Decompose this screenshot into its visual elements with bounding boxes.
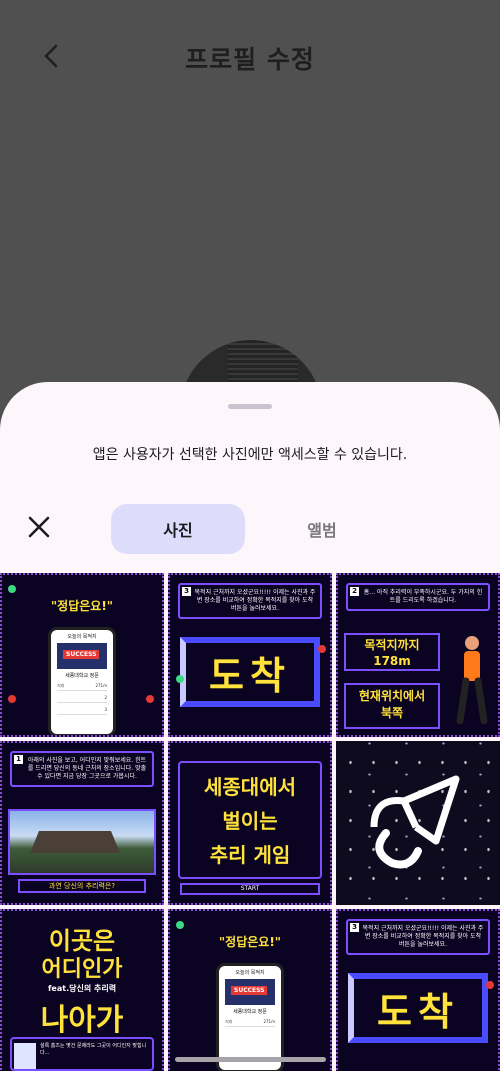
- subtitle: feat.당신의 추리력: [47, 984, 117, 993]
- page-title: 프로필 수정: [185, 45, 315, 74]
- cherry-icon: [486, 981, 494, 989]
- photo-thumbnail[interactable]: 3 목적지 근처까지 오셨군요!!!!! 이제는 사진과 주변 장소를 비교하여 …: [168, 573, 332, 737]
- title-line: 세종대에서: [204, 775, 296, 799]
- photo-thumbnail[interactable]: [336, 741, 500, 905]
- photo-thumbnail[interactable]: 세종대에서 벌이는 추리 게임 START: [168, 741, 332, 905]
- photo-thumbnail[interactable]: 3 목적지 근처까지 오셨군요!!!!! 이제는 사진과 주변 장소를 비교하여 …: [336, 909, 500, 1071]
- photo-caption: 과연 당신의 추리력은?: [18, 879, 146, 893]
- building-photo: [8, 809, 156, 875]
- place-name: 세종대학교 정문: [233, 1009, 267, 1015]
- title-line: 어디인가: [41, 957, 123, 982]
- cherry-icon: [146, 695, 154, 703]
- photo-thumbnail[interactable]: "정답은요!" 오늘의 목적지 SUCCESS 세종대학교 정문 거리 271m …: [0, 573, 164, 737]
- space-logo-icon: [370, 775, 460, 869]
- hint-box: 현재위치에서 북쪽: [344, 683, 440, 729]
- place-name: 세종대학교 정문: [65, 673, 99, 679]
- photo-quote-text: "정답은요!": [50, 599, 114, 613]
- title-line: 벌이는: [222, 809, 278, 833]
- arrival-text: 도착: [180, 637, 320, 707]
- photo-thumbnail[interactable]: 이곳은 어디인가 feat.당신의 추리력 나아가 설록 홈즈는 몇건 문제라도…: [0, 909, 164, 1071]
- photo-thumbnail[interactable]: "정답은요!" 오늘의 목적지 SUCCESS 세종대학교 정문 거리 271m: [168, 909, 332, 1071]
- success-banner: SUCCESS: [225, 979, 275, 1005]
- phone-mockup: 오늘의 목적지 SUCCESS 세종대학교 정문 거리 271m 2 3: [48, 627, 116, 735]
- ghost-icon: [8, 585, 16, 593]
- phone-row: 거리 271m: [57, 683, 107, 691]
- success-banner: SUCCESS: [57, 643, 107, 669]
- walking-person-icon: [456, 636, 488, 725]
- success-badge: SUCCESS: [231, 986, 268, 995]
- success-badge: SUCCESS: [63, 650, 100, 659]
- photo-quote-text: "정답은요!": [218, 935, 282, 949]
- title-line: 추리 게임: [209, 843, 291, 867]
- close-icon[interactable]: [24, 512, 54, 542]
- title-line: 나아가: [40, 1003, 124, 1038]
- caption-text: 설록 홈즈는 몇건 문제라도 그곳이 어디인지 맞힙니다...: [40, 1043, 147, 1056]
- access-notice: 앱은 사용자가 선택한 사진에만 액세스할 수 있습니다.: [92, 447, 408, 463]
- instruction-box: 3 목적지 근처까지 오셨군요!!!!! 이제는 사진과 주변 장소를 비교하여 …: [346, 919, 490, 955]
- phone-row: 2: [57, 695, 107, 703]
- photo-thumbnail[interactable]: 1 아래의 사진을 보고, 어디인지 맞춰보세요. 힌트를 드리면 당신의 동네 …: [0, 741, 164, 905]
- instruction-box: 1 아래의 사진을 보고, 어디인지 맞춰보세요. 힌트를 드리면 당신의 동네 …: [10, 751, 154, 787]
- tab-photos[interactable]: 사진: [111, 504, 245, 554]
- start-button-graphic: START: [180, 883, 320, 895]
- phone-title: 오늘의 목적지: [67, 634, 97, 640]
- phone-title: 오늘의 목적지: [235, 970, 265, 976]
- phone-row: 3: [57, 707, 107, 715]
- cherry-icon: [8, 695, 16, 703]
- gesture-navigation-bar[interactable]: [175, 1057, 326, 1062]
- instruction-box: 3 목적지 근처까지 오셨군요!!!!! 이제는 사진과 주변 장소를 비교하여 …: [178, 583, 322, 619]
- phone-row: 거리 271m: [225, 1019, 275, 1027]
- dog-photo: [14, 1043, 36, 1069]
- ghost-icon: [176, 921, 184, 929]
- phone-mockup: 오늘의 목적지 SUCCESS 세종대학교 정문 거리 271m: [216, 963, 284, 1071]
- ghost-icon: [176, 675, 184, 683]
- drag-handle[interactable]: [228, 404, 272, 409]
- instruction-box: 2 흠... 아직 추리력이 부족하시군요. 두 가지의 힌트를 드리도록 하겠습…: [346, 583, 490, 611]
- photo-thumbnail[interactable]: 2 흠... 아직 추리력이 부족하시군요. 두 가지의 힌트를 드리도록 하겠습…: [336, 573, 500, 737]
- photo-grid: "정답은요!" 오늘의 목적지 SUCCESS 세종대학교 정문 거리 271m …: [0, 573, 500, 1071]
- arrival-text: 도착: [348, 973, 488, 1043]
- hint-box: 목적지까지 178m: [344, 633, 440, 671]
- photo-picker-sheet: 앱은 사용자가 선택한 사진에만 액세스할 수 있습니다. 사진 앨범 "정답은…: [0, 382, 500, 1071]
- tab-album[interactable]: 앨범: [255, 504, 389, 554]
- cherry-icon: [318, 645, 326, 653]
- app-bar: 프로필 수정: [0, 0, 500, 115]
